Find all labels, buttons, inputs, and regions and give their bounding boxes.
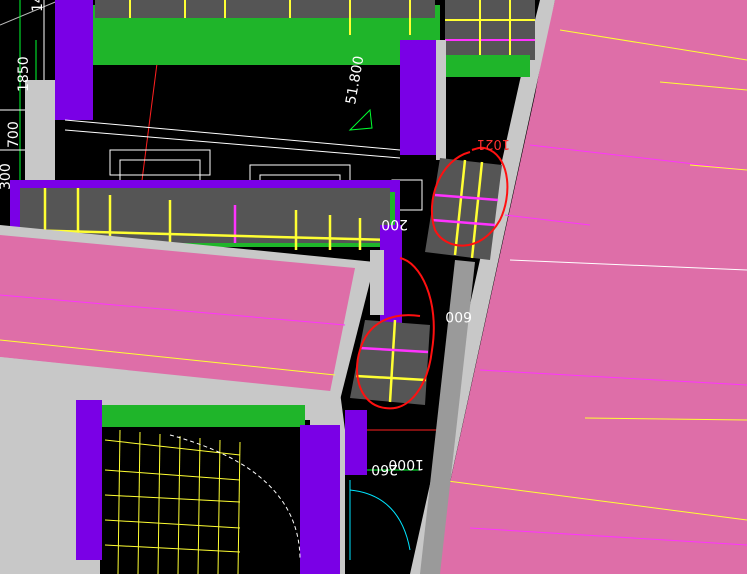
top-window-strip <box>95 0 435 18</box>
dim-label-14: 14 <box>30 0 46 12</box>
column-purple-4 <box>76 400 102 560</box>
dim-label-600: 600 <box>445 308 472 324</box>
wall-gray-mid <box>436 40 446 160</box>
column-purple-6 <box>345 410 367 475</box>
bottom-beam-green <box>100 405 305 427</box>
wall-gray-left <box>25 80 55 195</box>
cad-drawing-canvas[interactable]: 1850 51.800 700 300 200 600 260 1000 102… <box>0 0 747 574</box>
column-purple-1 <box>55 0 93 120</box>
top-right-window <box>445 0 535 60</box>
dim-label-200: 200 <box>381 216 408 232</box>
top-right-beam <box>440 55 530 77</box>
column-purple-5 <box>300 425 340 574</box>
dim-label-700: 700 <box>6 121 22 148</box>
column-purple-2 <box>400 40 442 155</box>
column-gray-3 <box>370 250 384 315</box>
dim-label-1000: 1000 <box>388 456 424 472</box>
dim-label-300: 300 <box>0 163 14 190</box>
dim-label-1850: 1850 <box>16 56 32 92</box>
dim-label-1021: 1021 <box>477 136 510 151</box>
